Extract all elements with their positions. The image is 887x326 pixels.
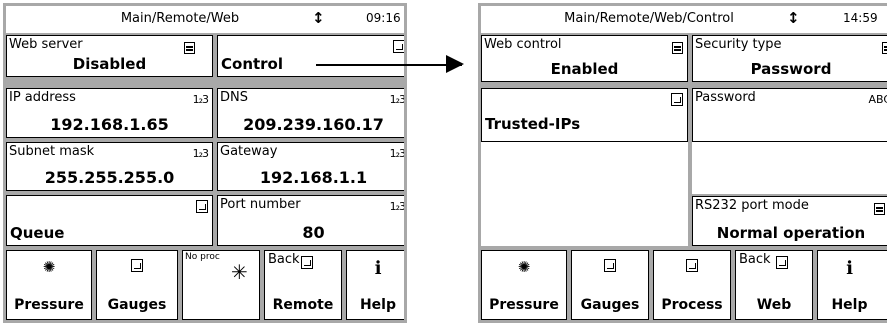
no-proc-label: No proc: [185, 252, 220, 262]
ip-address-label: IP address: [9, 90, 76, 105]
web-control-value: Enabled: [550, 60, 619, 78]
info-icon: ℹ: [374, 258, 382, 279]
status-bar: Main/Remote/Web ↕ 09:16: [6, 6, 404, 33]
trusted-ips-label: Trusted-IPs: [485, 115, 581, 133]
help-button[interactable]: ℹ Help: [346, 250, 404, 320]
security-type-cell[interactable]: Security type Password: [692, 35, 887, 82]
status-bar: Main/Remote/Web/Control ↕ 14:59: [481, 6, 887, 33]
empty-area: [692, 142, 887, 194]
breadcrumb-title: Main/Remote/Web/Control: [564, 11, 734, 26]
list-icon: [882, 42, 887, 57]
web-label: Web: [756, 297, 792, 313]
pressure-label: Pressure: [14, 297, 84, 313]
breadcrumb-title: Main/Remote/Web: [120, 11, 240, 26]
password-label: Password: [695, 90, 756, 105]
gateway-cell[interactable]: Gateway 1₂3 192.168.1.1: [217, 142, 405, 191]
numeric-icon: 1₂3: [389, 93, 405, 106]
back-icon: [776, 255, 812, 273]
gauges-icon: [572, 258, 648, 276]
security-type-value: Password: [750, 60, 832, 78]
queue-cell[interactable]: Queue: [6, 195, 213, 246]
left-screen: Main/Remote/Web ↕ 09:16 Web server Disab…: [3, 3, 407, 323]
no-proc-button[interactable]: No proc ✳: [182, 250, 260, 320]
info-icon: ℹ: [846, 258, 853, 279]
submenu-icon: [196, 200, 208, 216]
rs232-value: Normal operation: [716, 224, 866, 242]
pressure-button[interactable]: ✺ Pressure: [6, 250, 92, 320]
submenu-icon: [671, 93, 683, 109]
back-label: Back: [268, 252, 300, 267]
text-input-icon: ABC: [868, 93, 887, 106]
help-label: Help: [359, 297, 397, 313]
queue-label: Queue: [10, 224, 65, 242]
scroll-arrow-icon: ↕: [312, 9, 325, 27]
dns-cell[interactable]: DNS 1₂3 209.239.160.17: [217, 88, 405, 138]
gauges-button[interactable]: Gauges: [571, 250, 649, 320]
process-label: Process: [661, 297, 723, 313]
remote-label: Remote: [272, 297, 334, 313]
subnet-mask-label: Subnet mask: [9, 144, 95, 159]
help-label: Help: [831, 297, 868, 313]
submenu-icon: [393, 40, 404, 56]
web-server-label: Web server: [9, 37, 83, 52]
empty-area: [481, 142, 688, 246]
ip-address-cell[interactable]: IP address 1₂3 192.168.1.65: [6, 88, 213, 138]
list-icon: [672, 42, 683, 57]
control-cell[interactable]: Control: [217, 35, 404, 77]
help-button[interactable]: ℹ Help: [817, 250, 887, 320]
port-number-value: 80: [302, 223, 325, 242]
back-label: Back: [739, 252, 771, 267]
process-button[interactable]: Process: [653, 250, 731, 320]
gauges-label: Gauges: [107, 297, 167, 313]
rs232-label: RS232 port mode: [695, 198, 809, 213]
pressure-button[interactable]: ✺ Pressure: [481, 250, 567, 320]
clock: 09:16: [366, 11, 401, 25]
gauges-label: Gauges: [580, 297, 640, 313]
security-type-label: Security type: [695, 37, 782, 52]
trusted-ips-cell[interactable]: Trusted-IPs: [481, 88, 688, 142]
clock: 14:59: [843, 11, 878, 25]
back-remote-button[interactable]: Back Remote: [264, 250, 342, 320]
scroll-arrow-icon: ↕: [787, 9, 800, 27]
port-number-label: Port number: [220, 197, 301, 212]
asterisk-icon: ✳: [231, 260, 248, 284]
numeric-icon: 1₂3: [389, 200, 405, 213]
ip-address-value: 192.168.1.65: [50, 115, 169, 134]
rs232-port-mode-cell[interactable]: RS232 port mode Normal operation: [692, 196, 887, 246]
subnet-mask-cell[interactable]: Subnet mask 1₂3 255.255.255.0: [6, 142, 213, 191]
web-server-value: Disabled: [72, 55, 147, 73]
dns-label: DNS: [220, 90, 248, 105]
dns-value: 209.239.160.17: [243, 115, 384, 134]
gateway-value: 192.168.1.1: [259, 168, 368, 187]
pressure-label: Pressure: [489, 297, 559, 313]
web-control-cell[interactable]: Web control Enabled: [481, 35, 688, 82]
numeric-icon: 1₂3: [192, 147, 209, 160]
password-cell[interactable]: Password ABC: [692, 88, 887, 142]
back-icon: [301, 255, 341, 273]
port-number-cell[interactable]: Port number 1₂3 80: [217, 195, 405, 246]
pressure-icon: ✺: [517, 258, 531, 276]
numeric-icon: 1₂3: [389, 147, 405, 160]
numeric-icon: 1₂3: [192, 93, 209, 106]
right-screen: Main/Remote/Web/Control ↕ 14:59 Web cont…: [478, 3, 887, 323]
web-server-cell[interactable]: Web server Disabled: [6, 35, 213, 77]
subnet-mask-value: 255.255.255.0: [44, 168, 175, 187]
back-web-button[interactable]: Back Web: [735, 250, 813, 320]
list-icon: [874, 203, 885, 218]
process-icon: [654, 258, 730, 276]
gateway-label: Gateway: [220, 144, 278, 159]
web-control-label: Web control: [484, 37, 562, 52]
navigation-arrow-head: [446, 55, 464, 73]
navigation-arrow: [316, 64, 462, 66]
gauges-icon: [97, 258, 177, 276]
pressure-icon: ✺: [42, 258, 56, 276]
gauges-button[interactable]: Gauges: [96, 250, 178, 320]
